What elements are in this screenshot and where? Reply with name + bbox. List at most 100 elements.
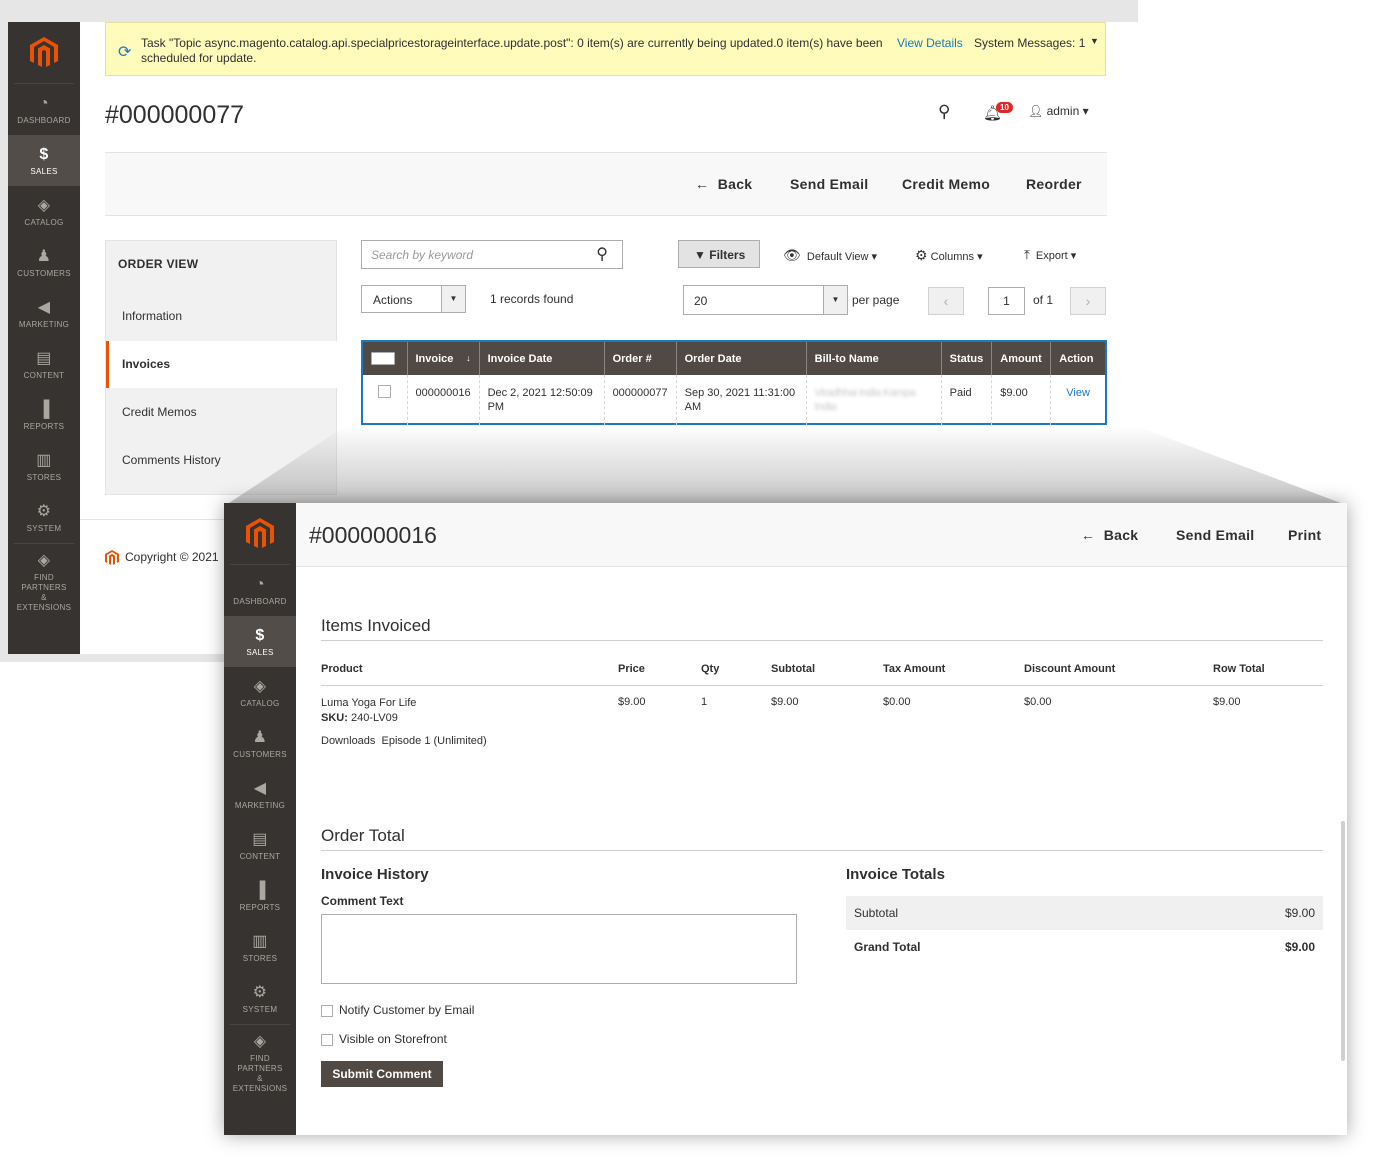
notify-customer-checkbox[interactable]: Notify Customer by Email xyxy=(321,1003,474,1017)
magento-logo[interactable] xyxy=(230,503,290,565)
subtotal-row: Subtotal $9.00 xyxy=(846,896,1323,930)
default-view-dropdown[interactable]: 👁︎ Default View ▾ xyxy=(783,247,877,264)
person-icon: ♟ xyxy=(36,247,52,265)
sidebar-item-customers[interactable]: ♟ CUSTOMERS xyxy=(224,718,296,769)
subtotal-label: Subtotal xyxy=(854,906,899,920)
reorder-button[interactable]: Reorder xyxy=(1026,176,1082,192)
back-button[interactable]: ← Back xyxy=(695,176,752,192)
sidebar-item-find-partners[interactable]: ◈ FIND PARTNERS & EXTENSIONS xyxy=(230,1024,290,1094)
sidebar-item-label: SYSTEM xyxy=(26,523,62,533)
sidebar-item-system[interactable]: ⚙ SYSTEM xyxy=(224,973,296,1024)
sidebar-item-sales[interactable]: $ SALES xyxy=(224,616,296,667)
items-invoiced-title: Items Invoiced xyxy=(321,616,1323,641)
user-name: admin xyxy=(1046,104,1080,118)
person-icon: ♟ xyxy=(252,728,268,746)
dollar-icon: $ xyxy=(255,626,265,644)
table-divider xyxy=(321,685,1323,686)
bar-chart-icon: ▐ xyxy=(254,881,266,899)
column-header-order-number[interactable]: Order # xyxy=(604,342,677,375)
visible-storefront-checkbox[interactable]: Visible on Storefront xyxy=(321,1032,447,1046)
submit-comment-button[interactable]: Submit Comment xyxy=(321,1061,443,1087)
column-header-invoice[interactable]: Invoice ↓ xyxy=(407,342,480,375)
copyright: Copyright © 2021 xyxy=(105,550,219,566)
magento-logo[interactable] xyxy=(14,22,74,84)
send-email-button[interactable]: Send Email xyxy=(790,176,868,192)
search-icon[interactable]: ⚲ xyxy=(596,244,608,264)
column-header-status[interactable]: Status xyxy=(941,342,993,375)
column-header-tax-amount: Tax Amount xyxy=(883,663,946,675)
system-messages-count[interactable]: System Messages: 1 xyxy=(974,36,1085,50)
sidebar-item-sales[interactable]: $ SALES xyxy=(8,135,80,186)
page-number-input[interactable]: 1 xyxy=(988,287,1025,315)
send-email-button[interactable]: Send Email xyxy=(1176,527,1254,543)
view-invoice-link[interactable]: View xyxy=(1066,387,1090,399)
mass-actions-dropdown[interactable]: Actions ▼ xyxy=(361,285,466,313)
sidebar-item-find-partners[interactable]: ◈ FIND PARTNERS & EXTENSIONS xyxy=(14,543,74,613)
invoices-grid: Invoice ↓ Invoice Date Order # Order Dat… xyxy=(361,340,1107,425)
sidebar-item-reports[interactable]: ▐ REPORTS xyxy=(224,871,296,922)
back-button[interactable]: ← Back xyxy=(1081,527,1138,543)
sidebar-item-stores[interactable]: ▥ STORES xyxy=(224,922,296,973)
sidebar-item-dashboard[interactable]: ◔ DASHBOARD xyxy=(224,565,296,616)
column-header-invoice-date[interactable]: Invoice Date xyxy=(479,342,605,375)
prev-page-button[interactable]: ‹ xyxy=(928,287,964,315)
sidebar-item-customers[interactable]: ♟ CUSTOMERS xyxy=(8,237,80,288)
column-header-order-date[interactable]: Order Date xyxy=(676,342,807,375)
row-checkbox[interactable] xyxy=(363,375,408,425)
column-header-amount[interactable]: Amount xyxy=(991,342,1052,375)
sidebar-item-dashboard[interactable]: ◔ DASHBOARD xyxy=(8,84,80,135)
tab-information[interactable]: Information xyxy=(106,293,337,340)
keyword-search-input[interactable]: Search by keyword ⚲ xyxy=(361,240,623,269)
filters-label: Filters xyxy=(709,248,746,262)
product-downloads: Downloads Episode 1 (Unlimited) xyxy=(321,735,487,747)
system-message-bar: ⟳ Task "Topic async.magento.catalog.api.… xyxy=(105,22,1106,76)
credit-memo-button[interactable]: Credit Memo xyxy=(902,176,990,192)
records-found: 1 records found xyxy=(490,292,574,306)
cell-order-number: 000000077 xyxy=(604,375,677,425)
sidebar-item-reports[interactable]: ▐ REPORTS xyxy=(8,390,80,441)
sidebar-item-stores[interactable]: ▥ STORES xyxy=(8,441,80,492)
search-icon[interactable]: ⚲ xyxy=(938,102,950,122)
zoom-shadow xyxy=(226,425,1346,505)
sku-value: 240-LV09 xyxy=(350,712,398,724)
next-page-button[interactable]: › xyxy=(1070,287,1106,315)
sidebar-item-content[interactable]: ▤ CONTENT xyxy=(8,339,80,390)
arrow-left-icon: ← xyxy=(695,176,710,192)
product-name: Luma Yoga For Life xyxy=(321,697,417,709)
filter-icon: ▼ xyxy=(694,248,706,262)
sidebar-item-marketing[interactable]: ◀ MARKETING xyxy=(8,288,80,339)
comment-textarea[interactable] xyxy=(321,914,797,984)
sidebar-item-label: DASHBOARD xyxy=(17,115,71,125)
arrow-left-icon: ← xyxy=(1081,527,1096,543)
subtotal-value: $9.00 xyxy=(1284,906,1315,920)
cube-icon: ◈ xyxy=(37,196,51,214)
sidebar-item-system[interactable]: ⚙ SYSTEM xyxy=(8,492,80,543)
page-total: of 1 xyxy=(1033,293,1054,307)
view-details-link[interactable]: View Details xyxy=(897,36,963,50)
sidebar-item-marketing[interactable]: ◀ MARKETING xyxy=(224,769,296,820)
sidebar-item-label: STORES xyxy=(26,472,62,482)
sidebar-item-label: MARKETING xyxy=(234,800,286,810)
partners-label-2: & EXTENSIONS xyxy=(232,1074,288,1093)
sidebar-item-catalog[interactable]: ◈ CATALOG xyxy=(224,667,296,718)
select-all-checkbox[interactable] xyxy=(363,342,408,375)
sidebar-item-content[interactable]: ▤ CONTENT xyxy=(224,820,296,871)
print-button[interactable]: Print xyxy=(1288,527,1321,543)
chevron-down-icon: ▼ xyxy=(823,286,847,314)
megaphone-icon: ◀ xyxy=(253,779,267,797)
sidebar-item-label: CATALOG xyxy=(240,698,280,708)
tab-credit-memos[interactable]: Credit Memos xyxy=(106,389,337,436)
user-menu[interactable]: 👤︎ admin ▾ xyxy=(1028,104,1089,118)
table-row[interactable]: 000000016 Dec 2, 2021 12:50:09 PM 000000… xyxy=(363,375,1105,425)
tab-invoices[interactable]: Invoices xyxy=(106,341,337,388)
scrollbar[interactable] xyxy=(1341,821,1345,1061)
back-label: Back xyxy=(717,176,753,192)
user-icon: 👤︎ xyxy=(1028,104,1044,118)
export-dropdown[interactable]: ⤒ Export ▾ xyxy=(1024,247,1076,263)
filters-button[interactable]: ▼ Filters xyxy=(678,240,760,268)
chevron-down-icon[interactable]: ▼ xyxy=(1090,36,1099,46)
columns-dropdown[interactable]: ⚙ Columns ▾ xyxy=(915,247,983,264)
sidebar-item-catalog[interactable]: ◈ CATALOG xyxy=(8,186,80,237)
per-page-select[interactable]: 20 ▼ xyxy=(683,285,848,315)
column-header-bill-to-name[interactable]: Bill-to Name xyxy=(806,342,942,375)
